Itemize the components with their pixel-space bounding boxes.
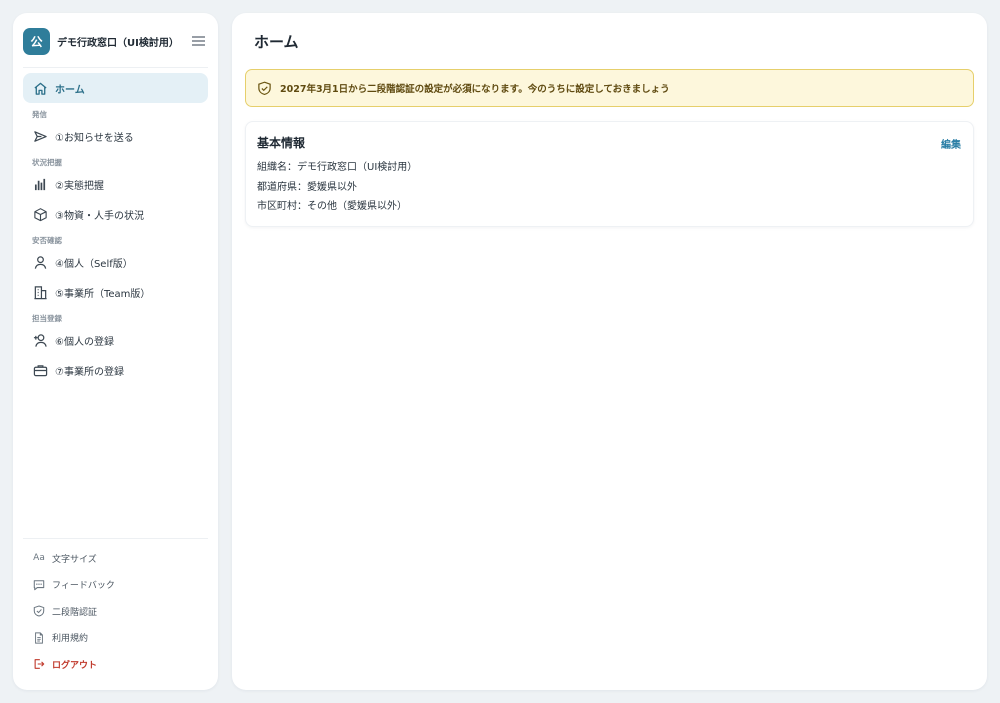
home-icon xyxy=(32,80,48,96)
sidebar-item-survey[interactable]: ②実態把握 xyxy=(23,169,208,199)
send-icon xyxy=(32,128,48,144)
page-title: ホーム xyxy=(254,33,299,51)
briefcase-icon xyxy=(32,362,48,378)
sidebar-item-home[interactable]: ホーム xyxy=(23,73,208,103)
logout-icon xyxy=(32,657,46,671)
main-panel: ホーム 2027年3月1日から二段階認証の設定が必須になります。今のうちに設定し… xyxy=(232,13,987,690)
sidebar-footer: Aa 文字サイズ フィードバック 二段階認証 利用規約 ログアウト xyxy=(23,545,208,678)
sidebar-item-supplies[interactable]: ③物資・人手の状況 xyxy=(23,199,208,229)
sidebar-item-label: ④個人（Self版） xyxy=(55,258,133,270)
info-row-organization: 組織名：デモ行政窓口（UI検討用） xyxy=(257,162,418,173)
shield-check-icon xyxy=(256,80,272,96)
box-icon xyxy=(32,206,48,222)
hamburger-menu-icon[interactable] xyxy=(190,33,206,49)
sidebar-item-label: ホーム xyxy=(55,84,85,96)
section-label-registration: 担当登録 xyxy=(32,314,62,323)
sidebar-item-label: ②実態把握 xyxy=(55,180,104,192)
info-row-municipality: 市区町村：その他（愛媛県以外） xyxy=(257,201,407,212)
section-label-safety: 安否確認 xyxy=(32,236,62,245)
font-size-button[interactable]: Aa 文字サイズ xyxy=(23,545,208,572)
section-label-broadcast: 発信 xyxy=(32,110,47,119)
shield-icon xyxy=(32,604,46,618)
footer-item-label: フィードバック xyxy=(52,581,115,592)
footer-item-label: 利用規約 xyxy=(52,634,89,645)
footer-item-label: ログアウト xyxy=(52,660,98,671)
footer-item-label: 文字サイズ xyxy=(52,554,97,565)
edit-link[interactable]: 編集 xyxy=(941,136,961,151)
two-factor-button[interactable]: 二段階認証 xyxy=(23,598,208,625)
alert-message: 2027年3月1日から二段階認証の設定が必須になります。今のうちに設定しておきま… xyxy=(280,84,670,95)
bar-chart-icon xyxy=(32,176,48,192)
logout-button[interactable]: ログアウト xyxy=(23,651,208,678)
sidebar-item-register-person[interactable]: ⑥個人の登録 xyxy=(23,325,208,355)
brand-header: 公 デモ行政窓口（UI検討用） xyxy=(23,26,208,56)
sidebar-item-personal[interactable]: ④個人（Self版） xyxy=(23,247,208,277)
sidebar-item-label: ①お知らせを送る xyxy=(55,132,134,144)
sidebar-item-label: ⑥個人の登録 xyxy=(55,336,114,348)
sidebar: 公 デモ行政窓口（UI検討用） ホーム 発信 ①お知らせを送る 状況把握 ②実態… xyxy=(13,13,218,690)
card-title: 基本情報 xyxy=(257,136,306,150)
building-icon xyxy=(32,284,48,300)
sidebar-item-label: ③物資・人手の状況 xyxy=(55,210,144,222)
org-name: デモ行政窓口（UI検討用） xyxy=(57,37,179,49)
terms-link[interactable]: 利用規約 xyxy=(23,625,208,652)
sidebar-item-label: ⑤事業所（Team版） xyxy=(55,288,151,300)
sidebar-item-register-office[interactable]: ⑦事業所の登録 xyxy=(23,355,208,385)
footer-item-label: 二段階認証 xyxy=(52,607,98,618)
info-row-prefecture: 都道府県：愛媛県以外 xyxy=(257,182,357,193)
section-label-status: 状況把握 xyxy=(32,158,62,167)
sidebar-item-office[interactable]: ⑤事業所（Team版） xyxy=(23,277,208,307)
org-logo: 公 xyxy=(23,27,50,55)
document-icon xyxy=(32,631,46,645)
sidebar-item-label: ⑦事業所の登録 xyxy=(55,366,124,378)
basic-info-card: 基本情報 編集 組織名：デモ行政窓口（UI検討用） 都道府県：愛媛県以外 市区町… xyxy=(245,121,974,227)
feedback-button[interactable]: フィードバック xyxy=(23,572,208,599)
user-icon xyxy=(32,254,48,270)
sidebar-item-send-notice[interactable]: ①お知らせを送る xyxy=(23,121,208,151)
divider xyxy=(23,67,208,68)
feedback-icon xyxy=(32,578,46,592)
divider xyxy=(23,538,208,539)
sidebar-nav: ホーム 発信 ①お知らせを送る 状況把握 ②実態把握 ③物資・人手の状況 安否確… xyxy=(23,73,208,385)
two-factor-alert[interactable]: 2027年3月1日から二段階認証の設定が必須になります。今のうちに設定しておきま… xyxy=(245,69,974,107)
app-root: 公 デモ行政窓口（UI検討用） ホーム 発信 ①お知らせを送る 状況把握 ②実態… xyxy=(0,0,1000,703)
font-size-icon: Aa xyxy=(33,553,45,564)
user-plus-icon xyxy=(32,332,48,348)
